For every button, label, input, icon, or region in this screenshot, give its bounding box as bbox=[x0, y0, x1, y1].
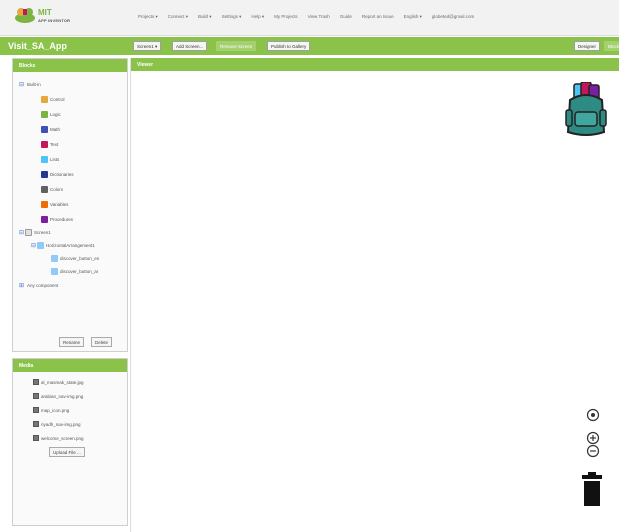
nav-view-trash[interactable]: View Trash bbox=[308, 14, 330, 20]
designer-button[interactable]: Designer bbox=[574, 41, 601, 51]
colors-icon bbox=[41, 185, 48, 193]
nav-connect[interactable]: Connect ▾ bbox=[168, 14, 188, 20]
collapse-icon[interactable]: ⊟ bbox=[19, 81, 25, 88]
nav-report-issue[interactable]: Report an Issue bbox=[362, 14, 394, 20]
top-nav-bar: MIT APP INVENTOR Projects ▾ Connect ▾ Bu… bbox=[0, 0, 619, 36]
media-file[interactable]: riyadh_nav-img.png bbox=[33, 419, 81, 429]
block-dictionaries[interactable]: Dictionaries bbox=[41, 169, 74, 179]
variables-icon bbox=[41, 200, 48, 208]
arrangement-node[interactable]: ⊟ HorizontalArrangement1 bbox=[31, 240, 95, 250]
nav-projects[interactable]: Projects ▾ bbox=[138, 14, 158, 20]
media-file[interactable]: map_icon.png bbox=[33, 405, 69, 415]
screen-icon bbox=[25, 228, 32, 236]
screen-dropdown[interactable]: Screen1 ▾ bbox=[133, 41, 162, 51]
block-control[interactable]: Control bbox=[41, 94, 65, 104]
logo-subtitle: APP INVENTOR bbox=[38, 18, 71, 23]
trash-icon[interactable] bbox=[582, 472, 602, 506]
logic-icon bbox=[41, 110, 48, 118]
block-lists[interactable]: Lists bbox=[41, 154, 59, 164]
project-name: Visit_SA_App bbox=[8, 41, 67, 51]
procedures-icon bbox=[41, 215, 48, 223]
blocks-panel: Blocks ⊟ Built-in Control Logic Math Tex… bbox=[12, 58, 128, 352]
button-component-icon bbox=[51, 267, 58, 275]
nav-help[interactable]: Help ▾ bbox=[251, 14, 264, 20]
dictionaries-icon bbox=[41, 170, 48, 178]
block-variables[interactable]: Variables bbox=[41, 199, 68, 209]
block-logic[interactable]: Logic bbox=[41, 109, 61, 119]
button-component-icon bbox=[51, 254, 58, 262]
expand-icon[interactable]: ⊞ bbox=[19, 282, 25, 289]
zoom-out-icon[interactable] bbox=[586, 444, 600, 458]
publish-gallery-button[interactable]: Publish to Gallery bbox=[267, 41, 311, 51]
nav-account[interactable]: globeted@gmail.com bbox=[432, 14, 474, 20]
image-file-icon bbox=[33, 407, 39, 413]
nav-my-projects[interactable]: My Projects bbox=[274, 14, 298, 20]
arrangement-icon bbox=[37, 241, 44, 249]
add-screen-button[interactable]: Add Screen... bbox=[172, 41, 208, 51]
image-file-icon bbox=[33, 393, 39, 399]
builtin-node[interactable]: ⊟ Built-in bbox=[19, 79, 41, 89]
component-discover-en[interactable]: discover_button_en bbox=[51, 253, 99, 263]
logo-icon bbox=[15, 8, 35, 23]
zoom-in-icon[interactable] bbox=[586, 431, 600, 445]
any-component-node[interactable]: ⊞ Any component bbox=[19, 280, 58, 290]
image-file-icon bbox=[33, 421, 39, 427]
project-toolbar: Visit_SA_App Screen1 ▾ Add Screen... Rem… bbox=[0, 37, 619, 55]
block-math[interactable]: Math bbox=[41, 124, 60, 134]
image-file-icon bbox=[33, 435, 39, 441]
blocks-panel-title: Blocks bbox=[13, 59, 127, 72]
blocks-button[interactable]: Blocks bbox=[604, 41, 619, 51]
block-procedures[interactable]: Procedures bbox=[41, 214, 73, 224]
nav-settings[interactable]: Settings ▾ bbox=[222, 14, 242, 20]
app-inventor-logo[interactable]: MIT APP INVENTOR bbox=[14, 6, 92, 30]
nav-language[interactable]: English ▾ bbox=[404, 14, 422, 20]
backpack-icon[interactable] bbox=[564, 82, 608, 138]
block-text[interactable]: Text bbox=[41, 139, 58, 149]
upload-file-button[interactable]: Upload File ... bbox=[49, 447, 85, 457]
viewer-title: Viewer bbox=[131, 58, 619, 71]
image-file-icon bbox=[33, 379, 39, 385]
nav-guide[interactable]: Guide bbox=[340, 14, 352, 20]
control-icon bbox=[41, 95, 48, 103]
logo-title: MIT bbox=[38, 8, 52, 17]
nav-build[interactable]: Build ▾ bbox=[198, 14, 212, 20]
delete-button[interactable]: Delete bbox=[91, 337, 113, 347]
component-discover-ar[interactable]: discover_button_ar bbox=[51, 266, 98, 276]
media-panel-title: Media bbox=[13, 359, 127, 372]
top-nav-menu: Projects ▾ Connect ▾ Build ▾ Settings ▾ … bbox=[138, 14, 474, 20]
lists-icon bbox=[41, 155, 48, 163]
media-file[interactable]: al_masmak_state.jpg bbox=[33, 377, 84, 387]
media-file[interactable]: arabian_nav-img.png bbox=[33, 391, 83, 401]
media-file[interactable]: welcome_screen.png bbox=[33, 433, 84, 443]
rename-button[interactable]: Rename bbox=[59, 337, 85, 347]
remove-screen-button: Remove Screen bbox=[216, 41, 257, 51]
block-colors[interactable]: Colors bbox=[41, 184, 63, 194]
recenter-icon[interactable] bbox=[586, 408, 600, 422]
screen1-node[interactable]: ⊟ Screen1 bbox=[19, 227, 51, 237]
text-icon bbox=[41, 140, 48, 148]
math-icon bbox=[41, 125, 48, 133]
blocks-viewer[interactable]: Viewer bbox=[130, 58, 619, 532]
media-panel: Media al_masmak_state.jpg arabian_nav-im… bbox=[12, 358, 128, 526]
